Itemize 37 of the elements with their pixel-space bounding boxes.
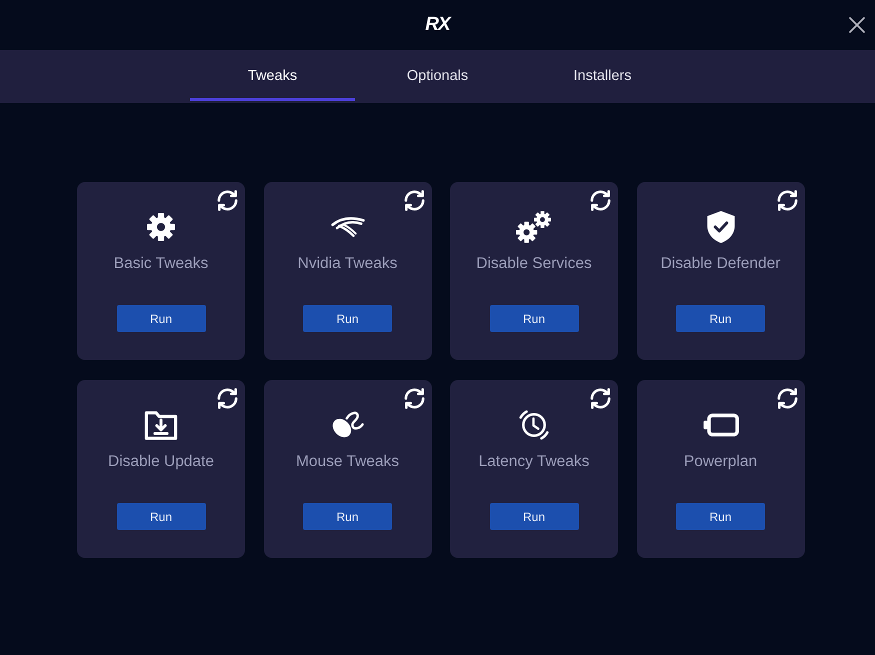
run-button[interactable]: Run (490, 503, 578, 530)
battery-icon (702, 413, 738, 437)
tab[interactable]: Optionals (355, 50, 520, 101)
alarm-clock-icon (518, 409, 550, 441)
mouse-icon (330, 411, 364, 439)
close-icon[interactable] (848, 16, 866, 34)
card-title: Disable Defender (660, 254, 780, 274)
run-button[interactable]: Run (116, 305, 206, 332)
card-title: Disable Update (108, 452, 214, 472)
shield-check-icon (706, 211, 734, 243)
run-button[interactable]: Run (303, 305, 392, 332)
gear-icon (147, 213, 175, 241)
tab[interactable]: Tweaks (190, 50, 355, 101)
card-title: Powerplan (684, 452, 758, 472)
run-button[interactable]: Run (303, 503, 392, 530)
refresh-icon[interactable] (217, 388, 238, 409)
refresh-icon[interactable] (776, 190, 798, 211)
card-title: Latency Tweaks (478, 452, 590, 472)
tab[interactable]: Installers (520, 50, 685, 101)
refresh-icon[interactable] (404, 388, 424, 409)
refresh-icon[interactable] (590, 190, 611, 211)
card-title: Basic Tweaks (114, 254, 208, 274)
card-title: Mouse Tweaks (296, 452, 400, 472)
run-button[interactable]: Run (490, 305, 578, 332)
refresh-icon[interactable] (590, 388, 611, 409)
gears-icon (516, 210, 552, 244)
refresh-icon[interactable] (217, 190, 238, 211)
swoosh-icon (330, 216, 364, 238)
run-button[interactable]: Run (676, 503, 765, 530)
card-title: Nvidia Tweaks (298, 254, 398, 274)
refresh-icon[interactable] (404, 190, 424, 211)
refresh-icon[interactable] (776, 388, 798, 409)
app-logo: RX (425, 14, 450, 36)
card-title: Disable Services (476, 254, 592, 274)
run-button[interactable]: Run (676, 305, 765, 332)
folder-download-icon (144, 409, 178, 441)
run-button[interactable]: Run (116, 503, 206, 530)
